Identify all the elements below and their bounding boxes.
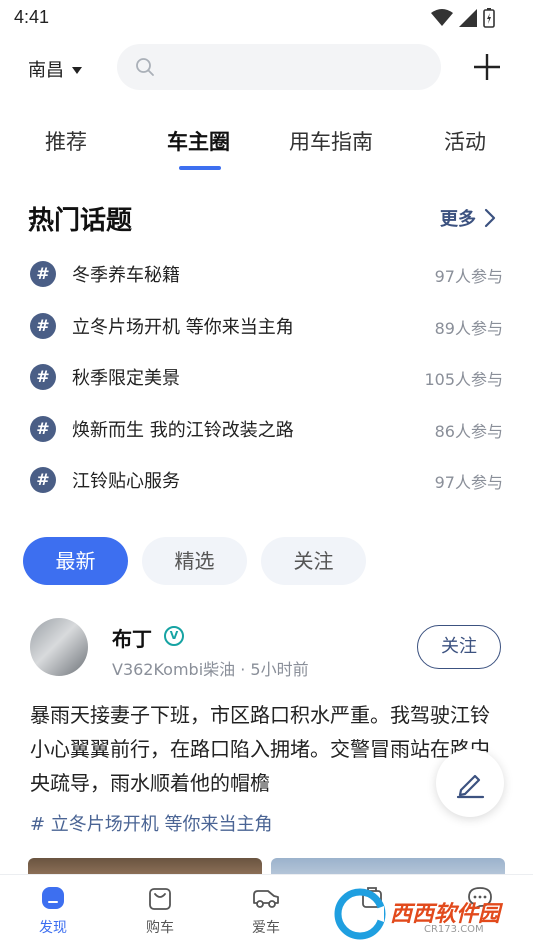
topic-item[interactable]: # 焕新而生 我的江铃改装之路 86人参与 bbox=[0, 403, 533, 453]
watermark-subtext: CR173.COM bbox=[424, 924, 484, 935]
city-selector[interactable]: 南昌 bbox=[28, 56, 82, 82]
tab-recommend[interactable]: 推荐 bbox=[45, 126, 87, 156]
more-button[interactable]: 更多 bbox=[440, 205, 496, 231]
shopping-bag-icon bbox=[149, 888, 171, 910]
caret-down-icon bbox=[72, 66, 82, 74]
car-icon bbox=[253, 890, 279, 908]
status-icons bbox=[431, 8, 495, 28]
topic-name: 冬季养车秘籍 bbox=[72, 265, 180, 286]
watermark: 西西软件园 CR173.COM bbox=[332, 884, 512, 944]
post-content[interactable]: 暴雨天接妻子下班，市区路口积水严重。我驾驶江铃小心翼翼前行，在路口陷入拥堵。交警… bbox=[30, 698, 490, 800]
nav-label: 发现 bbox=[39, 920, 67, 936]
topic-participants: 89人参与 bbox=[434, 319, 503, 338]
topic-participants: 97人参与 bbox=[434, 473, 503, 492]
tab-owner-circle[interactable]: 车主圈 bbox=[167, 126, 230, 156]
post-topic-link[interactable]: # 立冬片场开机 等你来当主角 bbox=[30, 810, 273, 836]
city-label: 南昌 bbox=[28, 60, 64, 81]
nav-my-car[interactable]: 爱车 bbox=[236, 883, 296, 937]
topic-name: 秋季限定美景 bbox=[72, 368, 180, 389]
status-bar: 4:41 bbox=[0, 0, 533, 36]
topic-item[interactable]: # 立冬片场开机 等你来当主角 89人参与 bbox=[0, 300, 533, 350]
topic-participants: 105人参与 bbox=[424, 370, 503, 389]
feed-filters: 最新 精选 关注 bbox=[0, 537, 533, 587]
nav-label: 购车 bbox=[146, 920, 174, 936]
hashtag-icon: # bbox=[30, 313, 56, 339]
wifi-icon bbox=[431, 9, 453, 26]
post-meta: V362Kombi柴油 · 5小时前 bbox=[112, 660, 309, 679]
hashtag-icon: # bbox=[30, 416, 56, 442]
filter-following[interactable]: 关注 bbox=[261, 537, 366, 585]
status-time: 4:41 bbox=[14, 7, 50, 27]
discover-icon bbox=[42, 887, 64, 909]
hashtag-icon: # bbox=[30, 261, 56, 287]
tab-events[interactable]: 活动 bbox=[444, 126, 486, 156]
topic-name: 立冬片场开机 等你来当主角 bbox=[72, 317, 294, 338]
topic-item[interactable]: # 秋季限定美景 105人参与 bbox=[0, 351, 533, 401]
hot-topics-title: 热门话题 bbox=[28, 206, 133, 236]
add-icon[interactable] bbox=[470, 50, 504, 84]
author-name[interactable]: 布丁 bbox=[112, 623, 152, 652]
pencil-icon bbox=[456, 774, 485, 799]
header: 南昌 bbox=[0, 44, 533, 90]
battery-icon bbox=[483, 8, 495, 28]
search-icon bbox=[136, 58, 154, 76]
top-tabs: 推荐 车主圈 用车指南 活动 bbox=[0, 126, 533, 176]
topic-participants: 97人参与 bbox=[434, 267, 503, 286]
nav-discover[interactable]: 发现 bbox=[23, 883, 83, 937]
hashtag-icon: # bbox=[30, 364, 56, 390]
active-tab-indicator bbox=[179, 166, 221, 170]
filter-latest[interactable]: 最新 bbox=[23, 537, 128, 585]
watermark-logo-icon bbox=[334, 888, 386, 940]
tab-car-guide[interactable]: 用车指南 bbox=[289, 126, 373, 156]
topic-name: 江铃贴心服务 bbox=[72, 471, 180, 492]
follow-button[interactable]: 关注 bbox=[417, 625, 501, 669]
signal-icon bbox=[459, 9, 477, 27]
avatar[interactable] bbox=[30, 618, 88, 676]
topic-name: 焕新而生 我的江铃改装之路 bbox=[72, 420, 294, 441]
verified-badge-icon: V bbox=[164, 626, 184, 646]
hashtag-icon: # bbox=[30, 467, 56, 493]
more-label: 更多 bbox=[440, 209, 476, 230]
chevron-right-icon bbox=[484, 208, 496, 228]
topic-item[interactable]: # 冬季养车秘籍 97人参与 bbox=[0, 248, 533, 298]
filter-featured[interactable]: 精选 bbox=[142, 537, 247, 585]
compose-button[interactable] bbox=[436, 749, 504, 817]
search-input[interactable] bbox=[117, 44, 441, 90]
nav-label: 爱车 bbox=[252, 920, 280, 936]
nav-buy-car[interactable]: 购车 bbox=[130, 883, 190, 937]
topic-participants: 86人参与 bbox=[434, 422, 503, 441]
topic-item[interactable]: # 江铃贴心服务 97人参与 bbox=[0, 454, 533, 504]
